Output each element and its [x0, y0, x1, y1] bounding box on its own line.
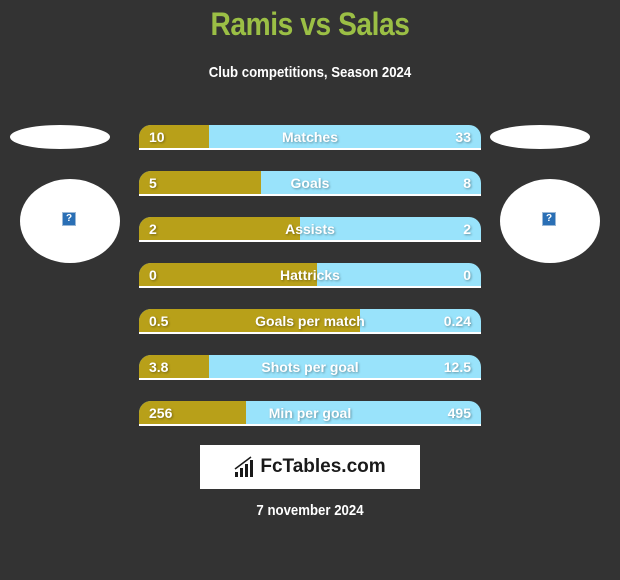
stat-label: Hattricks — [280, 267, 340, 283]
right-value: 8 — [463, 175, 471, 191]
fctables-logo[interactable]: FcTables.com — [200, 445, 420, 489]
right-player-logo: ? — [500, 179, 600, 263]
image-placeholder-icon: ? — [62, 212, 76, 226]
bar-chart-icon — [234, 456, 254, 477]
stat-row-shots-per-goal: 3.8 Shots per goal 12.5 — [139, 355, 481, 380]
stat-row-matches: 10 Matches 33 — [139, 125, 481, 150]
stats-comparison: 10 Matches 33 5 Goals 8 2 Assists 2 0 Ha… — [139, 125, 481, 447]
right-value: 12.5 — [443, 359, 471, 375]
report-date: 7 november 2024 — [256, 502, 364, 519]
left-player-name-badge — [10, 125, 110, 149]
image-placeholder-icon: ? — [542, 212, 556, 226]
page-title: Ramis vs Salas — [210, 6, 410, 42]
right-value: 33 — [455, 129, 471, 145]
right-value: 2 — [463, 221, 471, 237]
stat-label: Min per goal — [268, 405, 352, 421]
brand-name: FcTables.com — [260, 456, 386, 477]
left-player-logo: ? — [20, 179, 120, 263]
competition-subtitle: Club competitions, Season 2024 — [208, 64, 412, 81]
stat-label: Assists — [285, 221, 335, 237]
stat-row-hattricks: 0 Hattricks 0 — [139, 263, 481, 288]
stat-row-goals-per-match: 0.5 Goals per match 0.24 — [139, 309, 481, 334]
stat-label: Goals — [290, 175, 330, 191]
right-value: 495 — [447, 405, 471, 421]
right-value: 0 — [463, 267, 471, 283]
stat-label: Goals per match — [255, 313, 365, 329]
right-value: 0.24 — [443, 313, 471, 329]
stat-label: Shots per goal — [261, 359, 359, 375]
stat-row-goals: 5 Goals 8 — [139, 171, 481, 196]
stat-label: Matches — [281, 129, 339, 145]
right-player-name-badge — [490, 125, 590, 149]
stat-row-min-per-goal: 256 Min per goal 495 — [139, 401, 481, 426]
stat-row-assists: 2 Assists 2 — [139, 217, 481, 242]
